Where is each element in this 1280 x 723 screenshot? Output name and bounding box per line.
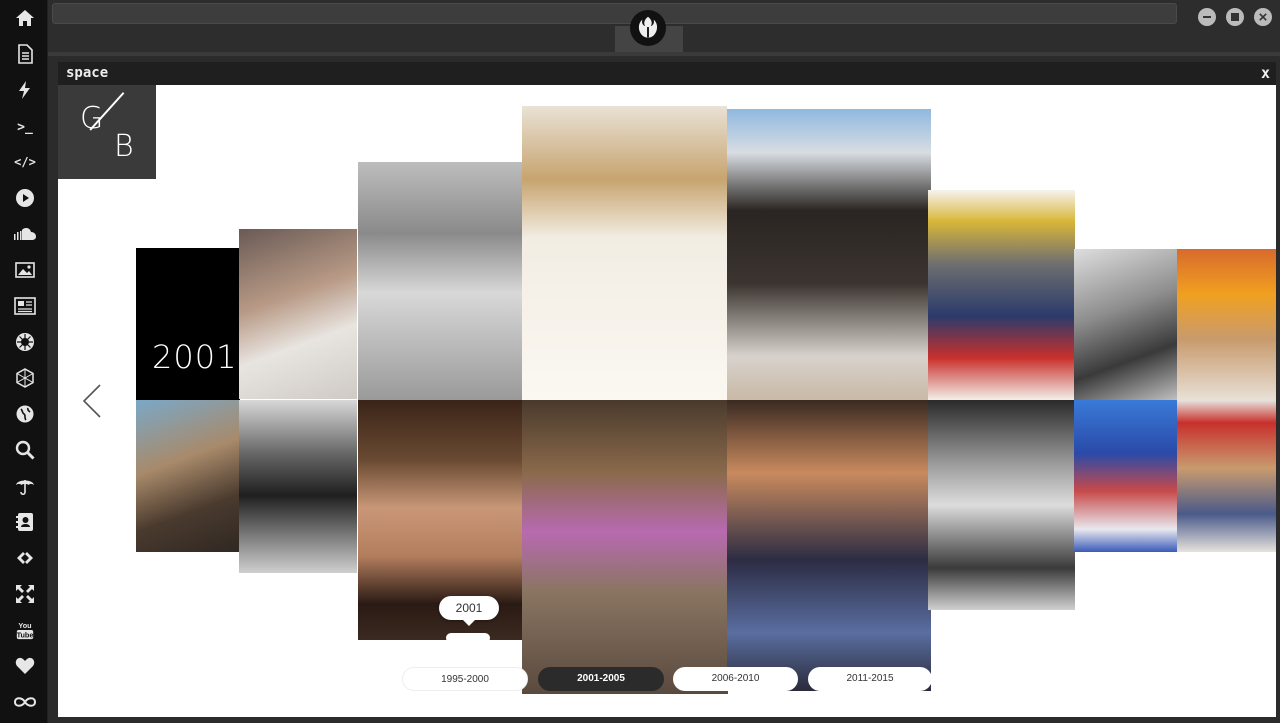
photo-tile[interactable] (136, 400, 239, 552)
address-bar[interactable] (52, 3, 1177, 24)
hexagon-icon[interactable] (12, 367, 38, 389)
home-icon[interactable] (12, 7, 38, 29)
search-icon[interactable] (12, 439, 38, 461)
topbar-divider (48, 52, 1280, 56)
photo-tile[interactable] (928, 190, 1075, 400)
umbrella-icon[interactable] (12, 475, 38, 497)
photo-tile[interactable] (727, 400, 931, 691)
close-window-button[interactable] (1254, 8, 1272, 26)
rebel-alliance-icon[interactable] (630, 10, 666, 46)
photo-tile[interactable] (727, 109, 931, 400)
maximize-button[interactable] (1226, 8, 1244, 26)
year-tooltip: 2001 (439, 596, 499, 626)
logo-letter-b: B (114, 129, 134, 164)
youtube-icon[interactable]: You Tube (12, 619, 38, 641)
expand-icon[interactable] (12, 583, 38, 605)
icon-sidebar: >_ </> You Tube (0, 0, 48, 723)
period-button-2001-2005[interactable]: 2001-2005 (538, 667, 664, 691)
document-icon[interactable] (12, 43, 38, 65)
photo-tile[interactable] (928, 400, 1075, 610)
link-icon[interactable] (12, 547, 38, 569)
code-icon[interactable]: </> (12, 151, 38, 173)
period-button-2006-2010[interactable]: 2006-2010 (673, 667, 798, 691)
heart-icon[interactable] (12, 655, 38, 677)
previous-arrow-icon[interactable] (80, 383, 104, 419)
space-panel: space x G B 2001 2001 1995-2000 2001-200… (58, 62, 1276, 717)
photo-tile[interactable] (1177, 249, 1276, 400)
period-button-1995-2000[interactable]: 1995-2000 (402, 667, 528, 691)
year-tile: 2001 (136, 248, 240, 400)
panel-title: space (66, 65, 109, 81)
news-icon[interactable] (12, 295, 38, 317)
rebel-icon[interactable] (12, 331, 38, 353)
soundcloud-icon[interactable] (12, 223, 38, 245)
svg-text:Tube: Tube (17, 630, 34, 639)
window-topbar (48, 0, 1280, 56)
photo-tile[interactable] (358, 162, 522, 400)
photo-tile[interactable] (239, 229, 357, 399)
photo-tile[interactable] (1177, 400, 1276, 552)
gb-logo[interactable]: G B (58, 85, 156, 179)
terminal-icon[interactable]: >_ (12, 116, 38, 138)
image-icon[interactable] (12, 259, 38, 281)
photo-tile[interactable] (522, 106, 727, 400)
period-button-2011-2015[interactable]: 2011-2015 (808, 667, 932, 691)
panel-header: space x (58, 62, 1276, 85)
contacts-icon[interactable] (12, 511, 38, 533)
photo-tile[interactable] (522, 400, 728, 694)
lightning-icon[interactable] (12, 79, 38, 101)
globe-icon[interactable] (12, 403, 38, 425)
timeline-slider-handle[interactable] (446, 633, 490, 643)
infinity-icon[interactable] (12, 691, 38, 713)
photo-tile[interactable] (1074, 400, 1177, 552)
photo-tile[interactable] (239, 400, 357, 573)
gallery: G B 2001 2001 1995-2000 2001-2005 2006-2… (58, 85, 1276, 717)
svg-text:You: You (18, 621, 31, 630)
panel-close-button[interactable]: x (1261, 64, 1270, 82)
photo-tile[interactable] (1074, 249, 1177, 400)
year-label: 2001 (152, 338, 238, 376)
minimize-button[interactable] (1198, 8, 1216, 26)
play-icon[interactable] (12, 187, 38, 209)
